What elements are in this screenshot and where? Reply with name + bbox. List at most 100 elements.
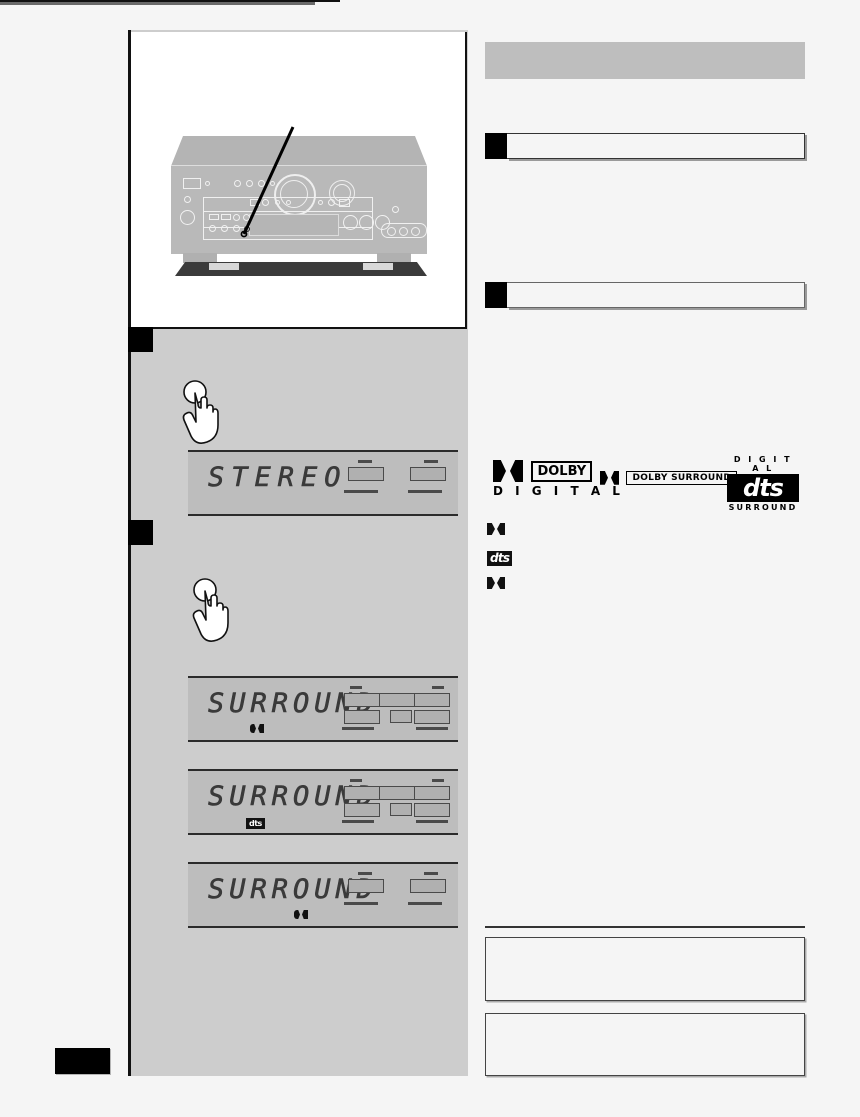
spk-dash-top-left	[350, 686, 362, 689]
pill-dot-3	[411, 227, 420, 236]
speaker-surround-left	[344, 710, 380, 724]
button-dot-3	[258, 180, 265, 187]
speaker-surround-right	[414, 803, 450, 817]
dolby-double-d-icon	[294, 910, 308, 919]
dts-icon: dts	[487, 551, 513, 566]
flap-dot-d	[318, 200, 323, 205]
display-surround-dolby-digital: SURROUND	[188, 676, 458, 742]
receiver-base-shadow	[175, 262, 427, 276]
flap-button-b	[339, 199, 350, 207]
receiver-foot-left	[183, 253, 217, 263]
section-1-title	[507, 133, 805, 159]
spk-dash-bottom-left	[342, 727, 374, 730]
mode-button-row2-3	[233, 225, 240, 232]
format-list-item-dolby-surround	[487, 576, 505, 594]
dts-digital-surround-logo: D I G I T A L dts SURROUND	[727, 455, 799, 512]
format-logos-row: DOLBY D I G I T A L DOLBY SURROUND D I G…	[485, 455, 805, 512]
section-heading-2	[485, 282, 805, 308]
receiver-front-panel	[171, 165, 427, 254]
speaker-front-right	[414, 786, 450, 800]
note-section-divider	[485, 926, 805, 928]
speaker-indicators-stereo	[344, 460, 450, 508]
section-heading-1	[485, 133, 805, 159]
speaker-front-left	[348, 467, 384, 481]
display-surround-dolby-prologic: SURROUND	[188, 862, 458, 928]
mode-button-row1-2	[221, 214, 231, 220]
page-title-bar	[485, 42, 805, 79]
section-2-title	[507, 282, 805, 308]
receiver-lcd	[249, 214, 339, 236]
spk-dash-bottom-right	[408, 490, 442, 493]
flap-dot-a	[262, 199, 269, 206]
speaker-front-right	[414, 693, 450, 707]
press-button-hand-icon-1	[182, 380, 219, 444]
mode-button-row1-1	[209, 214, 219, 220]
flap-button-a	[250, 199, 260, 206]
dts-icon: dts	[246, 818, 265, 829]
illustration-panel	[131, 32, 467, 329]
speaker-surround-right	[414, 710, 450, 724]
display-surround-dts: SURROUND dts	[188, 769, 458, 835]
spk-dash-top-left	[350, 779, 362, 782]
dolby-double-d-icon	[487, 577, 505, 589]
spk-dash-bottom-left	[344, 490, 378, 493]
mode-button-row2-1	[209, 225, 216, 232]
dolby-surround-logo: DOLBY SURROUND	[600, 469, 738, 487]
button-dot-4	[270, 181, 275, 186]
note-box-2	[485, 1013, 805, 1076]
display-stereo-text: STEREO	[208, 462, 348, 494]
press-button-hand-icon-2	[192, 578, 229, 642]
spk-dash-top-left	[358, 872, 372, 875]
small-indicator-right	[392, 206, 399, 213]
tone-knob-1	[343, 215, 358, 230]
speaker-center	[379, 693, 415, 707]
speaker-indicators-full-dts	[342, 779, 450, 827]
speaker-front-left	[348, 879, 384, 893]
speaker-indicators-stereo-pl	[344, 872, 450, 920]
dolby-wordmark: DOLBY	[531, 460, 593, 482]
speaker-indicators-full-dd	[342, 686, 450, 734]
speaker-subwoofer	[390, 710, 412, 723]
dts-logo-wordmark: dts	[727, 474, 799, 502]
note-box-1	[485, 937, 805, 1001]
flap-dot-c	[286, 200, 291, 205]
button-dot-2	[246, 180, 253, 187]
dolby-surround-wordmark: DOLBY SURROUND	[626, 470, 738, 485]
display-dd-format-badge	[250, 720, 264, 738]
step-2-rule	[0, 2, 315, 5]
section-2-number	[485, 282, 507, 308]
base-slot-right	[363, 263, 393, 270]
pill-dot-2	[399, 227, 408, 236]
spk-dash-bottom-right	[416, 727, 448, 730]
dts-logo-top-text: D I G I T A L	[733, 455, 793, 473]
display-window-small	[183, 178, 201, 189]
dolby-double-d-icon	[250, 724, 264, 733]
headphone-jack	[180, 210, 195, 225]
spk-dash-bottom-right	[408, 902, 442, 905]
flap-dot-e	[328, 199, 335, 206]
flap-dot-b	[275, 200, 280, 205]
mode-button-row2-2	[221, 225, 228, 232]
format-list-item-dolby-digital	[487, 522, 505, 540]
receiver-foot-right	[377, 253, 411, 263]
display-stereo: STEREO	[188, 450, 458, 516]
display-dts-format-badge: dts	[246, 813, 265, 831]
spk-dash-bottom-right	[416, 820, 448, 823]
spk-dash-top-right	[424, 460, 438, 463]
av-receiver-illustration	[171, 136, 433, 281]
spk-dash-top-right	[424, 872, 438, 875]
spk-dash-top-right	[432, 779, 444, 782]
spk-dash-bottom-left	[344, 902, 378, 905]
speaker-center	[379, 786, 415, 800]
spk-dash-top-left	[358, 460, 372, 463]
mode-button-row1-4	[243, 214, 250, 221]
section-1-number	[485, 133, 507, 159]
dts-logo-bottom-text: SURROUND	[728, 503, 798, 512]
base-slot-left	[209, 263, 239, 270]
pill-dot-1	[387, 227, 396, 236]
dolby-double-d-icon	[600, 470, 619, 485]
speaker-front-left	[344, 786, 380, 800]
button-dot-1	[234, 180, 241, 187]
tone-knob-2	[359, 215, 374, 230]
dolby-double-d-icon	[493, 460, 523, 482]
